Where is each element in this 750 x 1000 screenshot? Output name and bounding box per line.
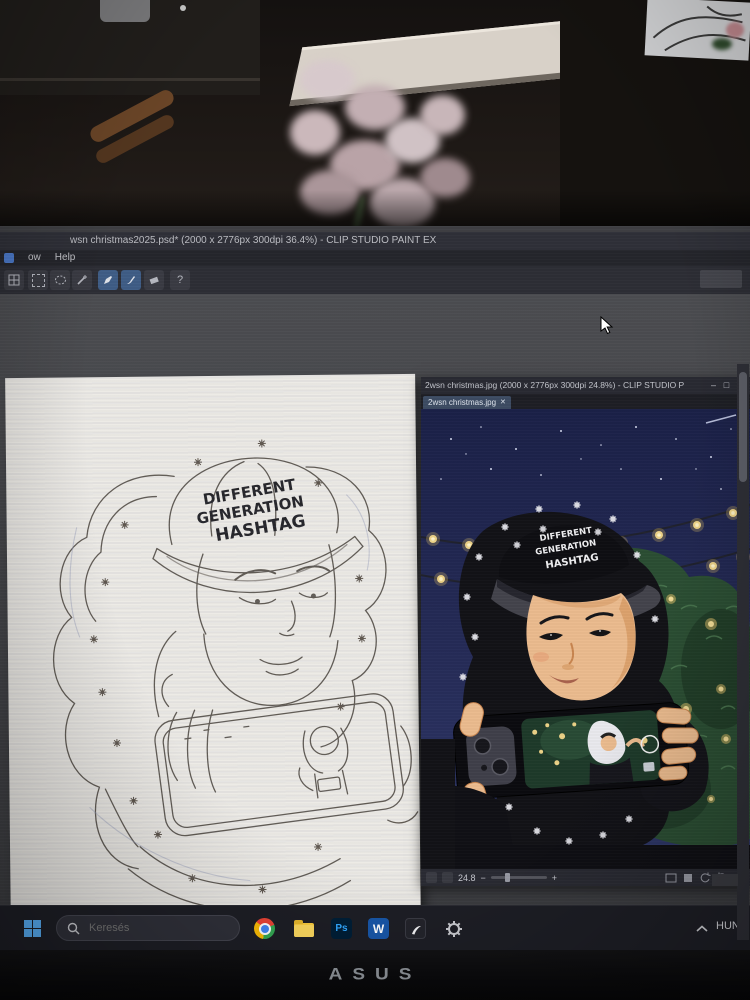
- tool-bar: ?: [0, 266, 750, 294]
- small-highlight: [180, 5, 186, 11]
- shelf-left-edge: [0, 78, 260, 81]
- float-window: 2wsn christmas.jpg (2000 x 2776px 300dpi…: [421, 377, 750, 886]
- float-window-title: 2wsn christmas.jpg (2000 x 2776px 300dpi…: [425, 380, 685, 390]
- stars: [440, 426, 732, 490]
- monitor-brand-logo: ASUS: [328, 965, 422, 984]
- float-window-titlebar[interactable]: 2wsn christmas.jpg (2000 x 2776px 300dpi…: [421, 377, 750, 394]
- window-minimize-icon[interactable]: –: [707, 377, 720, 394]
- toolbar-right-panel: [700, 270, 742, 288]
- color-illustration: DIFFERENT GENERATION HASHTAG: [421, 414, 750, 869]
- rotate-ccw-icon[interactable]: [699, 872, 711, 883]
- scroll-corner: [712, 874, 738, 886]
- document-canvas-area[interactable]: DIFFERENT GENERATION HASHTAG 2wsn christ…: [0, 294, 750, 940]
- search-input[interactable]: [87, 921, 211, 935]
- word-icon[interactable]: W: [366, 916, 391, 941]
- menu-item-help[interactable]: Help: [55, 250, 76, 266]
- menu-bar: ow Help: [0, 250, 750, 266]
- transform-grid-icon[interactable]: [4, 270, 24, 290]
- cap-lettering-lineart: DIFFERENT GENERATION HASHTAG: [195, 475, 307, 546]
- tab-2wsn-christmas[interactable]: 2wsn christmas.jpg ✕: [423, 396, 511, 409]
- zoom-value: 24.8: [458, 872, 476, 883]
- monitor-bezel: ASUS: [0, 950, 750, 1000]
- flower-blossom: [300, 60, 355, 100]
- main-window-titlebar: wsn christmas2025.psd* (2000 x 2776px 30…: [0, 232, 750, 250]
- eraser-tool-icon[interactable]: [144, 270, 164, 290]
- leaf-small: [712, 38, 732, 50]
- pen-tool-icon[interactable]: [98, 270, 118, 290]
- room-background: [0, 0, 750, 232]
- color-image-canvas[interactable]: DIFFERENT GENERATION HASHTAG: [421, 409, 750, 869]
- flower-blossom: [420, 95, 465, 135]
- lasso-select-icon[interactable]: [50, 270, 70, 290]
- checker-icon[interactable]: [426, 872, 437, 883]
- flower-blossom: [290, 110, 340, 155]
- float-tab-bar: 2wsn christmas.jpg ✕: [421, 394, 750, 409]
- photo-of-monitor: wsn christmas2025.psd* (2000 x 2776px 30…: [0, 0, 750, 1000]
- fit-screen-icon[interactable]: [665, 873, 677, 883]
- float-status-bar: 24.8 − +: [421, 869, 750, 886]
- taskbar-search[interactable]: [56, 915, 240, 941]
- vertical-scrollbar[interactable]: [737, 364, 749, 940]
- help-icon[interactable]: ?: [170, 270, 190, 290]
- settings-icon[interactable]: [441, 916, 466, 941]
- main-window-title: wsn christmas2025.psd* (2000 x 2776px 30…: [70, 235, 437, 246]
- object-on-shelf: [100, 0, 150, 22]
- zoom-100-icon[interactable]: [682, 873, 694, 883]
- folder-icon[interactable]: [291, 916, 316, 941]
- app-icon: [4, 253, 14, 263]
- windows-start-icon[interactable]: [20, 916, 45, 941]
- window-maximize-icon[interactable]: □: [720, 377, 733, 394]
- taskbar: Ps W HUN: [0, 905, 750, 951]
- tab-label: 2wsn christmas.jpg: [428, 398, 497, 407]
- monitor-screen: wsn christmas2025.psd* (2000 x 2776px 30…: [0, 226, 750, 950]
- lineart-canvas[interactable]: DIFFERENT GENERATION HASHTAG: [5, 373, 421, 931]
- mouse-cursor: [600, 316, 614, 335]
- shooting-star: [705, 414, 737, 424]
- zoom-slider-thumb[interactable]: [504, 873, 510, 882]
- under-sketch-lines: [69, 494, 370, 882]
- search-icon: [67, 922, 80, 934]
- marquee-select-icon[interactable]: [28, 270, 48, 290]
- menu-item-window[interactable]: ow: [28, 250, 41, 266]
- magic-wand-icon[interactable]: [72, 270, 92, 290]
- brush-tool-icon[interactable]: [121, 270, 141, 290]
- zoom-slider[interactable]: [490, 873, 547, 882]
- tray-chevron-icon[interactable]: [696, 925, 708, 933]
- clip-studio-icon[interactable]: [403, 916, 428, 941]
- vertical-scrollbar-thumb[interactable]: [739, 372, 747, 482]
- tab-close-icon[interactable]: ✕: [500, 396, 506, 409]
- pan-icon[interactable]: [442, 872, 453, 883]
- photoshop-icon[interactable]: Ps: [329, 916, 354, 941]
- lineart-drawing: DIFFERENT GENERATION HASHTAG: [53, 438, 419, 911]
- chrome-icon[interactable]: [252, 916, 277, 941]
- zoom-out-icon[interactable]: −: [481, 873, 486, 883]
- pink-flower-small: [726, 22, 744, 38]
- gallery-thumbnail: [643, 762, 655, 772]
- zoom-in-icon[interactable]: +: [552, 873, 557, 883]
